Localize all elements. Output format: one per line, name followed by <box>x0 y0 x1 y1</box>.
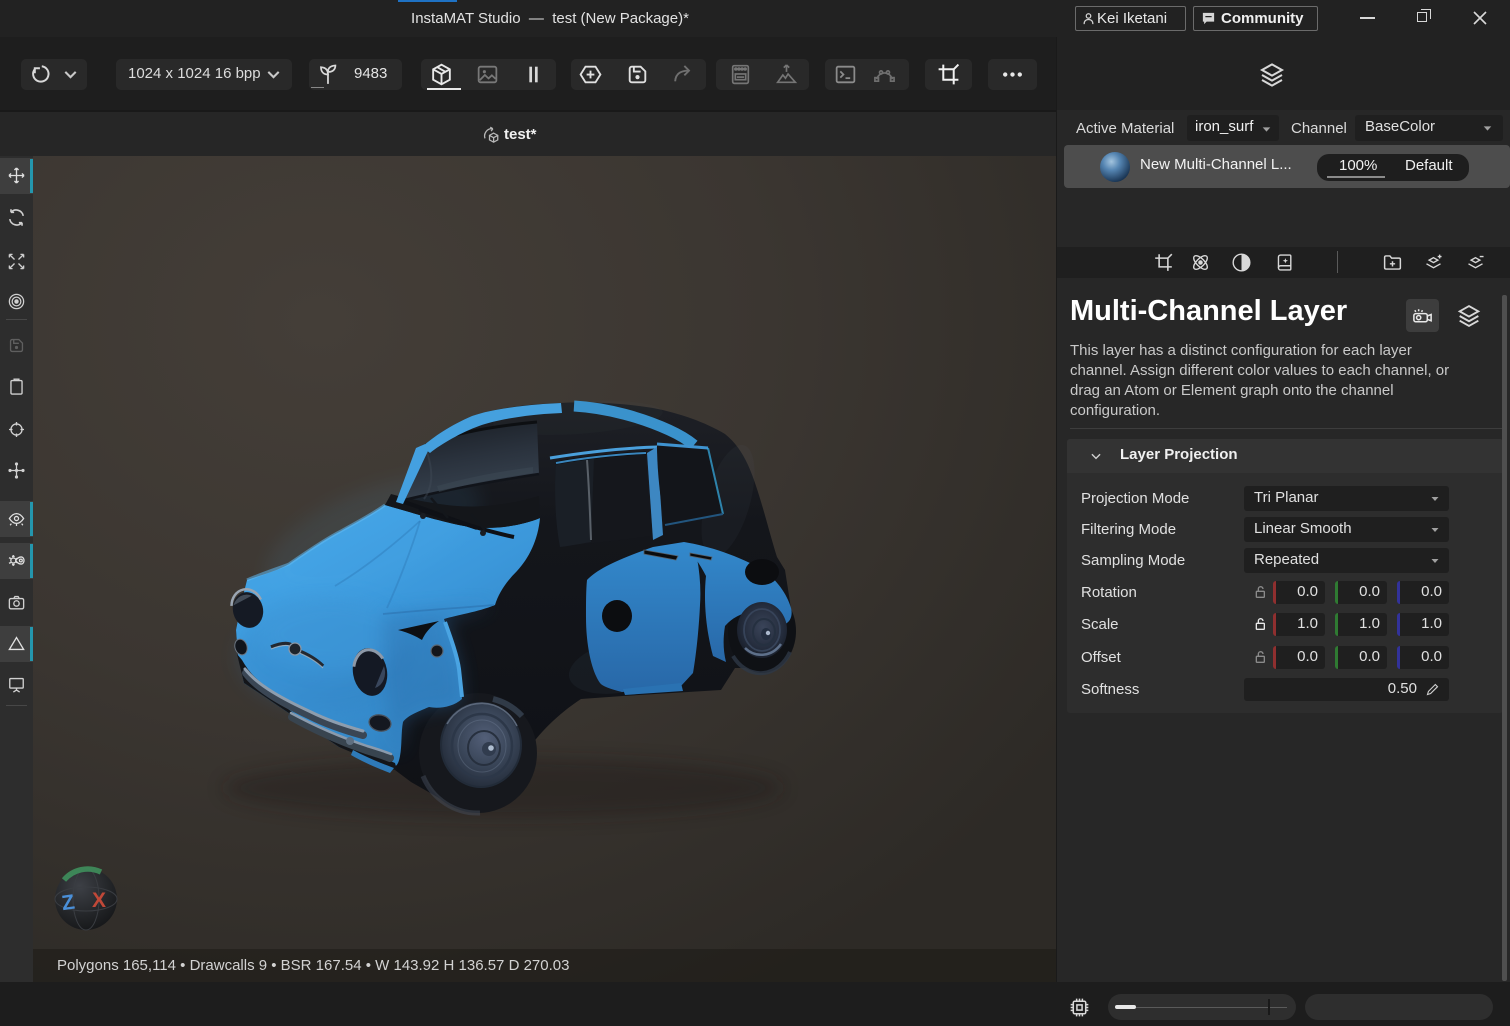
svg-text:X: X <box>92 889 106 912</box>
